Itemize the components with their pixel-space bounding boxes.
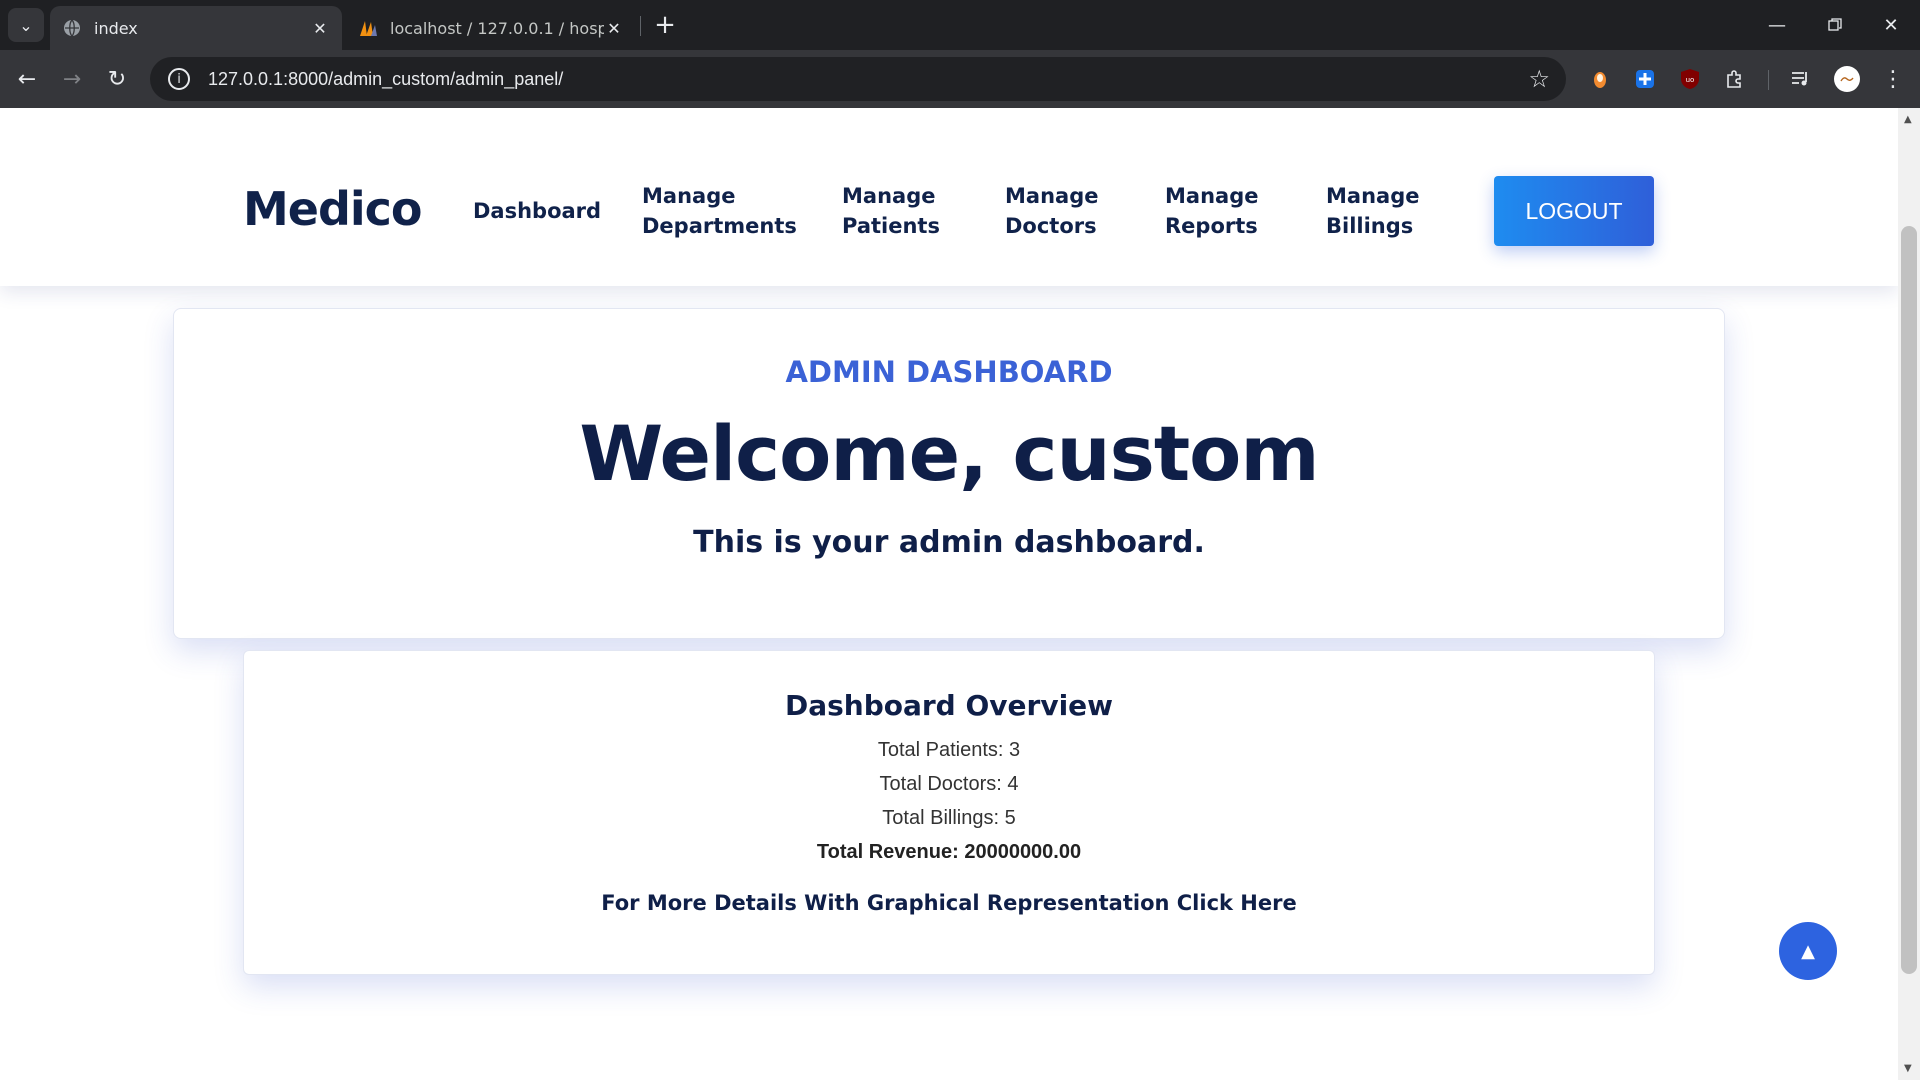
nav-manage-departments[interactable]: Manage Departments [642, 181, 797, 241]
nav-label-line: Manage [1326, 184, 1420, 208]
back-to-top-button[interactable]: ▲ [1779, 922, 1837, 980]
browser-toolbar: ← → ↻ i 127.0.0.1:8000/admin_custom/admi… [0, 50, 1920, 108]
address-url[interactable]: 127.0.0.1:8000/admin_custom/admin_panel/ [208, 69, 563, 90]
phpmyadmin-icon [358, 18, 378, 38]
stat-total-doctors: Total Doctors: 4 [879, 773, 1019, 795]
nav-label-line: Manage [642, 184, 736, 208]
profile-avatar-icon[interactable] [1834, 66, 1860, 92]
nav-manage-doctors[interactable]: Manage Doctors [1005, 181, 1098, 241]
back-arrow-icon[interactable]: ← [10, 62, 44, 96]
forward-arrow-icon[interactable]: → [55, 62, 89, 96]
ublock-icon[interactable]: uo [1677, 66, 1703, 92]
welcome-subtitle: This is your admin dashboard. [693, 525, 1205, 560]
page-scrollbar[interactable]: ▲ ▼ [1898, 108, 1920, 1080]
nav-label-line: Manage [842, 184, 936, 208]
nav-manage-patients[interactable]: Manage Patients [842, 181, 940, 241]
svg-text:uo: uo [1686, 76, 1695, 84]
nav-label-line: Reports [1165, 214, 1258, 238]
stat-total-billings: Total Billings: 5 [882, 807, 1016, 829]
reload-icon[interactable]: ↻ [100, 62, 134, 96]
globe-icon [62, 18, 82, 38]
tab-index[interactable]: index ✕ [50, 6, 342, 50]
nav-label-line: Manage [1005, 184, 1099, 208]
overview-title: Dashboard Overview [784, 689, 1114, 722]
site-info-icon[interactable]: i [168, 68, 190, 90]
nav-label-line: Patients [842, 214, 940, 238]
nav-label-line: Doctors [1005, 214, 1097, 238]
nav-manage-reports[interactable]: Manage Reports [1165, 181, 1258, 241]
nav-dashboard[interactable]: Dashboard [473, 196, 601, 226]
browser-tab-bar: ⌄ index ✕ localhost / 127.0.0.1 / hospit… [0, 0, 1920, 50]
browser-menu-icon[interactable]: ⋮ [1880, 66, 1906, 92]
extension-blue-icon[interactable] [1632, 66, 1658, 92]
section-kicker: ADMIN DASHBOARD [785, 355, 1113, 389]
restore-icon[interactable] [1806, 0, 1864, 50]
nav-label-line: Billings [1326, 214, 1414, 238]
stat-total-patients: Total Patients: 3 [877, 739, 1021, 761]
close-window-icon[interactable]: ✕ [1862, 0, 1920, 50]
tab-title: localhost / 127.0.0.1 / hospitalm [390, 18, 604, 38]
site-header: Medico Dashboard Manage Departments Mana… [0, 108, 1898, 286]
stat-total-revenue: Total Revenue: 20000000.00 [816, 841, 1082, 863]
scroll-up-arrow-icon[interactable]: ▲ [1904, 114, 1912, 125]
nav-label-line: Departments [642, 214, 797, 238]
page-viewport: Medico Dashboard Manage Departments Mana… [0, 108, 1898, 1080]
brand-logo[interactable]: Medico [243, 182, 423, 236]
scrollbar-thumb[interactable] [1901, 226, 1917, 974]
minimize-icon[interactable]: — [1748, 0, 1806, 50]
graphical-details-link[interactable]: For More Details With Graphical Represen… [244, 891, 1654, 915]
scroll-down-arrow-icon[interactable]: ▼ [1904, 1063, 1912, 1074]
dashboard-overview-card: Dashboard Overview Total Patients: 3 Tot… [243, 650, 1655, 975]
new-tab-plus-icon[interactable]: + [650, 10, 680, 40]
welcome-heading: Welcome, custom [579, 409, 1319, 498]
toolbar-separator [1768, 70, 1769, 90]
close-tab-icon[interactable]: ✕ [604, 18, 624, 38]
bookmark-star-icon[interactable]: ☆ [1528, 65, 1550, 93]
chevron-up-icon: ▲ [1801, 940, 1815, 962]
extensions-puzzle-icon[interactable] [1722, 66, 1748, 92]
tab-title: index [94, 18, 138, 38]
media-control-icon[interactable] [1788, 66, 1814, 92]
nav-label-line: Manage [1165, 184, 1259, 208]
logout-button[interactable]: LOGOUT [1494, 176, 1654, 246]
address-bar[interactable]: i 127.0.0.1:8000/admin_custom/admin_pane… [150, 57, 1566, 101]
close-tab-icon[interactable]: ✕ [310, 18, 330, 38]
chevron-down-icon: ⌄ [19, 15, 33, 35]
welcome-card: ADMIN DASHBOARD Welcome, custom This is … [173, 308, 1725, 639]
nav-manage-billings[interactable]: Manage Billings [1326, 181, 1419, 241]
tab-search-button[interactable]: ⌄ [8, 8, 44, 42]
tab-separator [640, 16, 641, 36]
tab-phpmyadmin[interactable]: localhost / 127.0.0.1 / hospitalm ✕ [346, 6, 636, 50]
extension-orange-icon[interactable] [1587, 66, 1613, 92]
